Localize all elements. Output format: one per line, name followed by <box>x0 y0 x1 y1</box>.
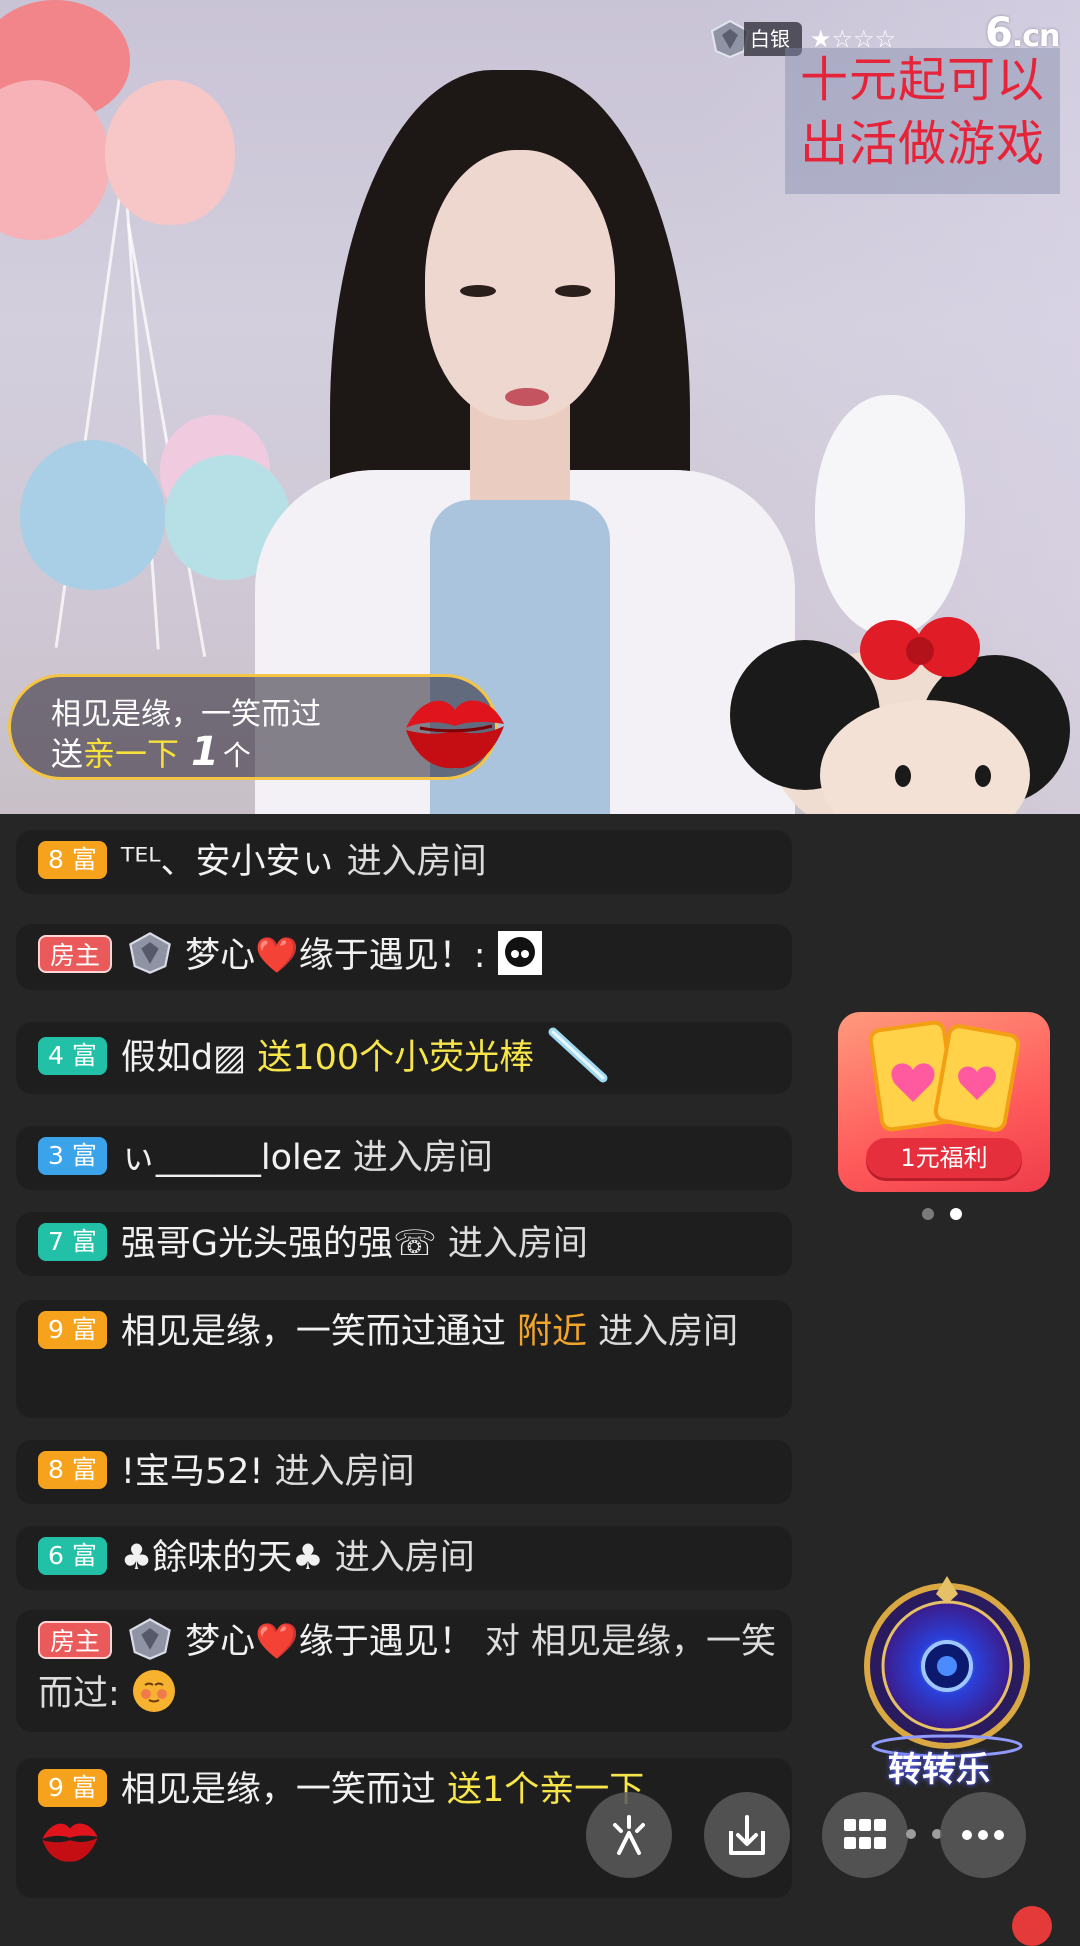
plush-eye <box>975 765 991 787</box>
chat-text: 进入房间 <box>274 1452 415 1492</box>
chat-username[interactable]: 梦心❤️缘于遇见！ <box>185 1622 474 1662</box>
chat-message: 8 富 !宝马52! 进入房间 <box>16 1440 792 1504</box>
eye <box>460 285 496 297</box>
chat-message: 4 富假如d▨ 送100个小荧光棒 <box>16 1022 792 1094</box>
wealth-level-badge: 9 富 <box>38 1311 107 1349</box>
chat-username[interactable]: 假如d▨ <box>121 1038 246 1078</box>
gift-sender: 相见是缘，一笑而过 <box>51 697 321 732</box>
apps-grid-icon <box>844 1819 886 1849</box>
wealth-level-badge: 4 富 <box>38 1037 107 1075</box>
pager-dot[interactable] <box>922 1208 934 1220</box>
chat-gift-text: 送100个小荧光棒 <box>257 1038 535 1078</box>
streamer-face <box>425 150 615 420</box>
shy-emoji-icon <box>132 1670 175 1712</box>
chat-message: 6 富 ♣餘味的天♣ 进入房间 <box>16 1526 792 1590</box>
kiss-lips-icon <box>42 1823 98 1862</box>
promo-line-1: 十元起可以 <box>799 52 1045 108</box>
live-video[interactable]: 白银 ★☆☆☆ 6.cn 十元起可以 出活做游戏 相见是缘，一笑而过 送 亲一下… <box>0 0 1080 814</box>
plush-bow <box>860 617 980 680</box>
chat-username[interactable]: 相见是缘，一笑而过 <box>121 1770 436 1810</box>
kiss-lips-icon <box>406 700 504 769</box>
glow-stick-icon <box>548 1027 608 1083</box>
host-badge: 房主 <box>38 1621 113 1659</box>
lucky-wheel-label[interactable]: 转转乐 <box>888 1742 990 1791</box>
chat-message: 9 富相见是缘，一笑而过 送1个亲一下 <box>16 1758 792 1898</box>
pager-dot-active[interactable] <box>950 1208 962 1220</box>
wealth-level-badge: 3 富 <box>38 1137 107 1175</box>
more-button[interactable] <box>940 1792 1026 1878</box>
chat-message: 9 富相见是缘，一笑而过通过 附近 进入房间 <box>16 1300 792 1418</box>
gift-action: 送 亲一下 1 个 <box>51 729 251 775</box>
download-button[interactable] <box>704 1792 790 1878</box>
wealth-level-badge: 6 富 <box>38 1537 107 1575</box>
chat-message: 8 富 ᵀᴱᴸ、安小安ぃ 进入房间 <box>16 830 792 894</box>
balloon <box>105 80 235 225</box>
balloon <box>20 440 165 590</box>
host-badge: 房主 <box>38 935 113 973</box>
shield-icon <box>129 1618 171 1660</box>
fur-decoration <box>815 395 965 635</box>
toolbar-pager <box>906 1829 942 1839</box>
promo-pager[interactable] <box>922 1208 962 1220</box>
mouth <box>505 388 549 406</box>
avatar-sticker-icon <box>497 931 542 975</box>
share-button[interactable] <box>586 1792 672 1878</box>
chat-username[interactable]: 强哥G光头强的强☏ <box>121 1224 437 1264</box>
chat-message: 3 富ぃ______lolez 进入房间 <box>16 1126 792 1190</box>
welfare-promo-card[interactable]: 1元福利 <box>838 1012 1050 1192</box>
toolbar-pager-dot <box>906 1829 916 1839</box>
share-icon <box>613 1815 645 1855</box>
wealth-level-badge: 7 富 <box>38 1223 107 1261</box>
download-icon <box>729 1815 765 1855</box>
chat-message: 7 富强哥G光头强的强☏ 进入房间 <box>16 1212 792 1276</box>
gift-count: 1 <box>191 729 219 775</box>
promo-card-label: 1元福利 <box>866 1138 1022 1178</box>
chat-message: 房主 梦心❤️缘于遇见！: <box>16 924 792 990</box>
promo-line-2: 出活做游戏 <box>799 116 1045 172</box>
wealth-level-badge: 9 富 <box>38 1769 107 1807</box>
plush-eye <box>895 765 911 787</box>
chat-text: 进入房间 <box>447 1224 588 1264</box>
red-dot-indicator <box>1012 1906 1052 1946</box>
heart-cards-icon <box>868 1020 1021 1132</box>
chat-username[interactable]: ᵀᴱᴸ、安小安ぃ <box>121 842 336 882</box>
gift-name: 亲一下 <box>83 735 180 773</box>
more-icon <box>962 1830 1004 1840</box>
chat-message: 房主 梦心❤️缘于遇见！ 对 相见是缘，一笑而过: <box>16 1610 792 1732</box>
shield-icon <box>129 932 171 974</box>
chat-source-highlight: 附近 <box>517 1312 588 1352</box>
lucky-wheel-icon[interactable] <box>862 1574 1032 1770</box>
chat-username[interactable]: ぃ______lolez <box>121 1138 342 1178</box>
stream-promo-text: 十元起可以 出活做游戏 <box>785 48 1060 194</box>
chat-text: 进入房间 <box>352 1138 493 1178</box>
chat-text: 进入房间 <box>346 842 487 882</box>
eye <box>555 285 591 297</box>
chat-username[interactable]: 相见是缘，一笑而过通过 <box>121 1312 506 1352</box>
apps-button[interactable] <box>822 1792 908 1878</box>
chat-text: 进入房间 <box>598 1312 739 1352</box>
chat-text: 进入房间 <box>334 1538 475 1578</box>
chat-username[interactable]: ♣餘味的天♣ <box>121 1538 324 1578</box>
chat-username[interactable]: !宝马52! <box>121 1452 264 1492</box>
gift-unit: 个 <box>222 739 251 772</box>
wealth-level-badge: 8 富 <box>38 1451 107 1489</box>
gift-verb: 送 <box>51 735 84 773</box>
wealth-level-badge: 8 富 <box>38 841 107 879</box>
chat-username[interactable]: 梦心❤️缘于遇见！: <box>185 936 485 976</box>
